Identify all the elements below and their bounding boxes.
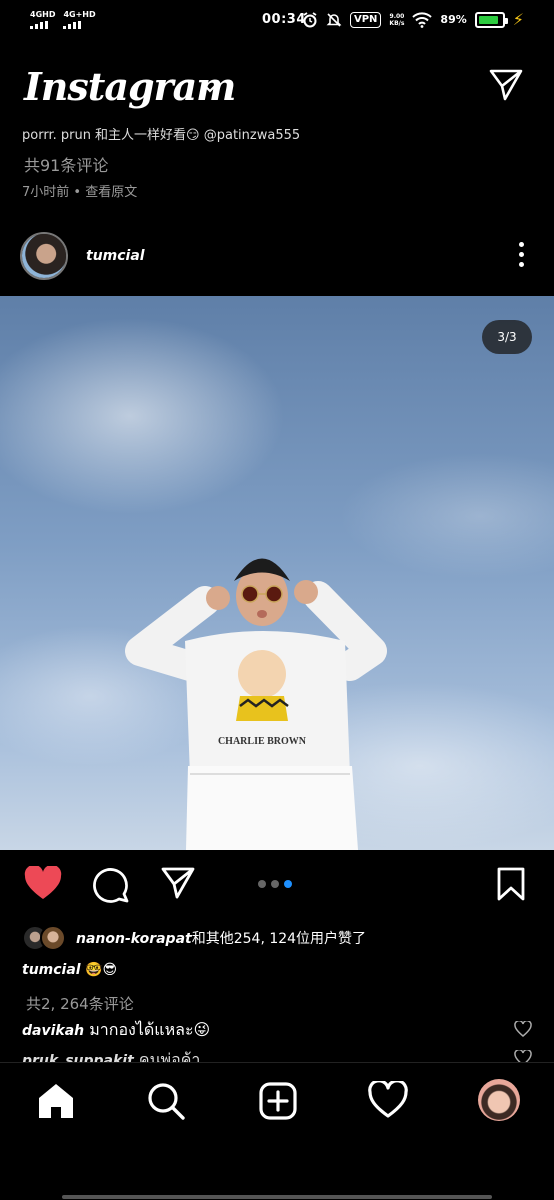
liker-avatar — [40, 925, 66, 951]
comment-row: davikah มากองได้แหละ😜 — [22, 1018, 532, 1043]
like-heart-icon[interactable] — [24, 866, 62, 902]
network-2: 4G+HD — [63, 10, 96, 29]
speed-unit: KB/s — [389, 19, 405, 27]
chevron-down-icon[interactable] — [202, 82, 218, 94]
liker-username[interactable]: nanon-korapat — [76, 931, 192, 947]
signal-indicators: 4GHD 4G+HD — [30, 10, 96, 29]
post-actions — [0, 860, 554, 910]
more-options-icon[interactable] — [519, 242, 524, 267]
carousel-dot-2 — [271, 880, 279, 888]
network-speed: 9.00 KB/s — [389, 13, 404, 27]
wifi-icon — [412, 11, 433, 28]
person-photo: CHARLIE BROWN — [125, 558, 387, 850]
network-1: 4GHD — [30, 10, 55, 29]
signal-bars-icon — [30, 21, 55, 29]
comment-username[interactable]: pruk_suppakit — [22, 1053, 134, 1062]
likes-text: nanon-korapat和其他254, 124位用户赞了 — [76, 928, 366, 948]
share-icon[interactable] — [160, 866, 196, 900]
comment-username[interactable]: davikah — [22, 1023, 84, 1039]
post-author-avatar[interactable] — [20, 232, 68, 280]
post-image[interactable]: CHARLIE BROWN 3/3 — [0, 296, 554, 850]
caption-text: 🤓😎 — [85, 962, 118, 978]
previous-post-view-comments[interactable]: 共91条评论 — [24, 152, 108, 176]
carousel-indicator — [258, 880, 292, 888]
activity-heart-icon[interactable] — [368, 1081, 408, 1119]
comment-like-icon[interactable] — [514, 1050, 532, 1062]
post-header: tumcial — [0, 230, 554, 284]
post-author-username[interactable]: tumcial — [86, 248, 145, 264]
battery-percent: 89% — [440, 13, 467, 26]
network-label-2: 4G+HD — [63, 10, 96, 19]
mute-bell-icon — [326, 12, 342, 27]
direct-message-icon[interactable] — [488, 68, 524, 102]
status-bar: 4GHD 4G+HD 00:34 VPN 9.00 KB/s 89% ⚡ — [0, 0, 554, 42]
clock: 00:34 — [262, 12, 306, 27]
view-all-comments[interactable]: 共2, 264条评论 — [26, 993, 134, 1014]
image-counter: 3/3 — [482, 320, 532, 354]
comment-icon[interactable] — [92, 866, 130, 904]
svg-text:CHARLIE BROWN: CHARLIE BROWN — [218, 736, 307, 747]
bottom-nav — [0, 1062, 554, 1200]
alarm-icon — [303, 11, 317, 27]
caption-username[interactable]: tumcial — [22, 962, 81, 978]
comment-text: มากองได้แหละ😜 — [89, 1020, 211, 1039]
search-icon[interactable] — [146, 1081, 186, 1121]
post-caption: tumcial 🤓😎 — [22, 962, 117, 978]
top-nav: Instagram — [0, 60, 554, 120]
speed-value: 9.00 — [389, 12, 405, 20]
likes-summary[interactable]: nanon-korapat和其他254, 124位用户赞了 — [22, 924, 366, 952]
carousel-dot-1 — [258, 880, 266, 888]
vpn-badge: VPN — [349, 11, 382, 28]
network-label-1: 4GHD — [30, 10, 56, 19]
comment-like-icon[interactable] — [514, 1021, 532, 1037]
previous-post-caption: porrr. prun 和主人一样好看😏 @patinzwa555 — [22, 128, 301, 142]
gesture-bar — [62, 1195, 492, 1199]
profile-avatar[interactable] — [478, 1079, 520, 1121]
home-icon[interactable] — [36, 1081, 76, 1121]
comment-row: pruk_suppakit คนพ่อค้า — [22, 1048, 502, 1062]
previous-post-time[interactable]: 7小时前 • 查看原文 — [22, 181, 137, 200]
battery-icon — [474, 11, 508, 28]
bookmark-icon[interactable] — [496, 866, 526, 902]
likes-rest: 和其他254, 124位用户赞了 — [191, 931, 367, 947]
new-post-icon[interactable] — [258, 1081, 298, 1121]
carousel-dot-3 — [284, 880, 292, 888]
charging-bolt-icon: ⚡ — [512, 10, 524, 29]
signal-bars-icon — [63, 21, 95, 29]
system-indicators: VPN 9.00 KB/s 89% ⚡ — [302, 10, 524, 29]
comment-text: คนพ่อค้า — [138, 1050, 201, 1062]
